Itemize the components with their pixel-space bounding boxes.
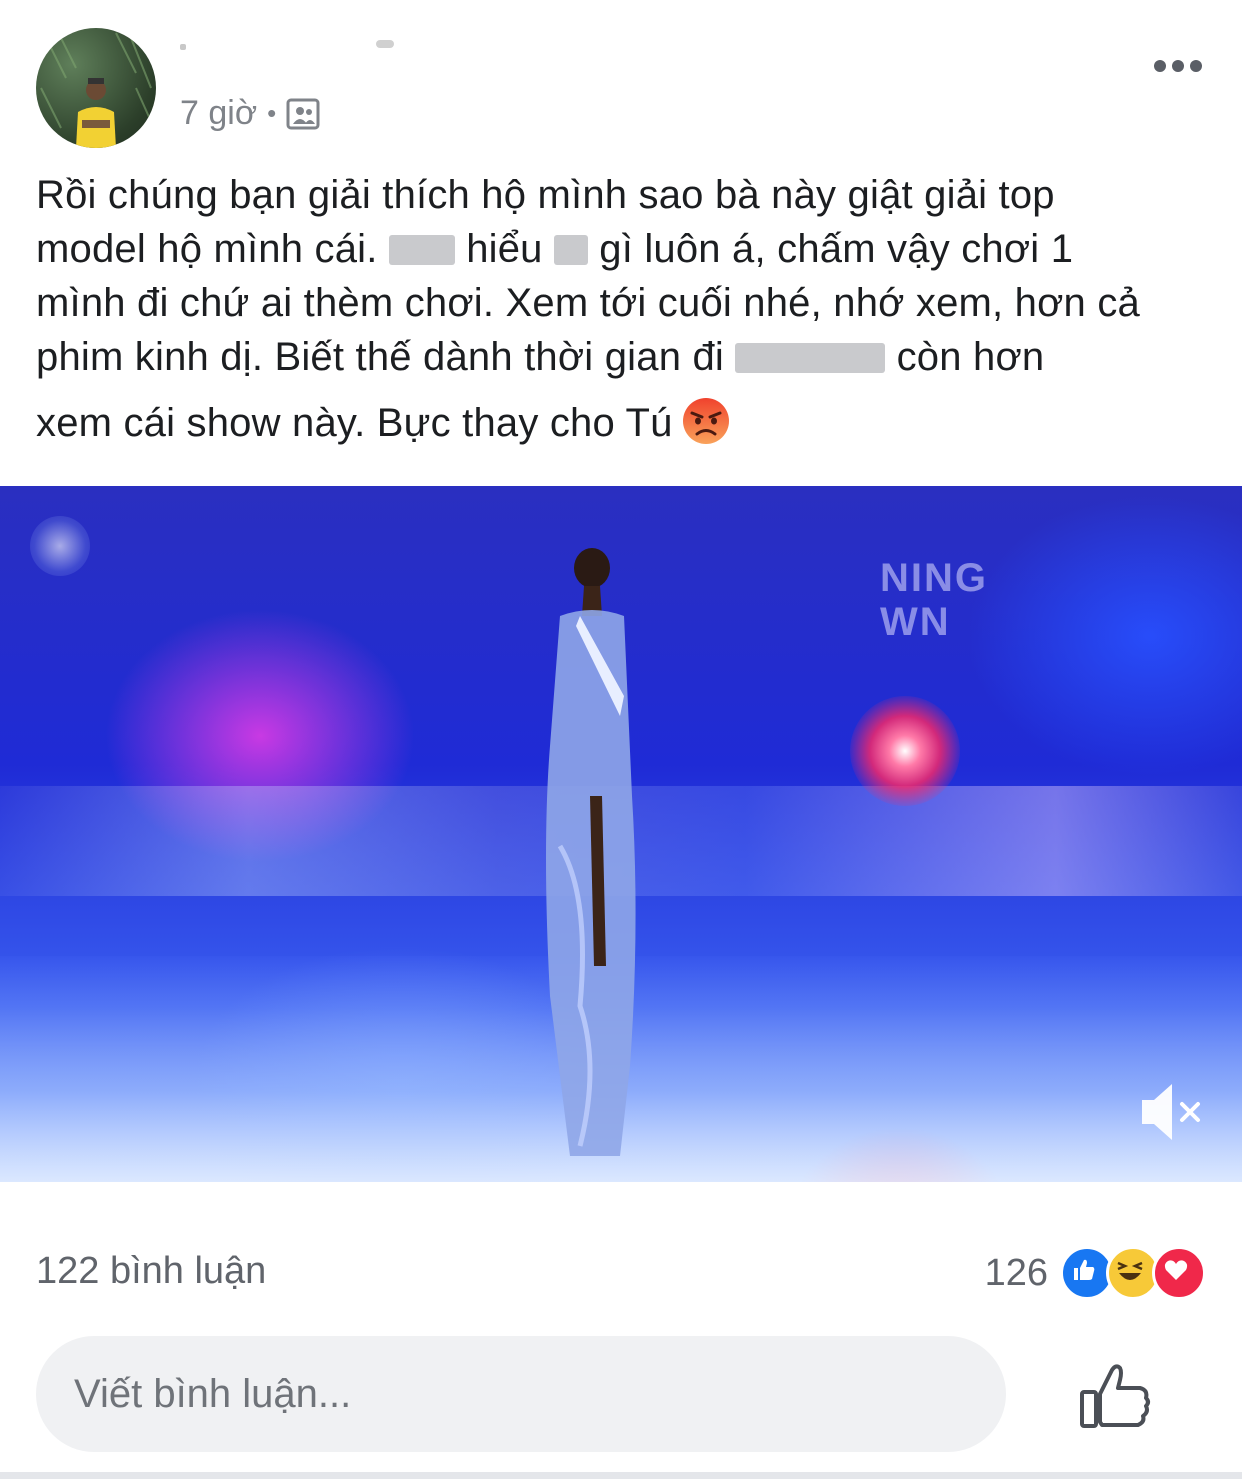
stage-backdrop-text: NING WN bbox=[880, 556, 988, 644]
comment-count[interactable]: 122 bình luận bbox=[36, 1250, 266, 1293]
thumbs-up-icon bbox=[1080, 1364, 1150, 1428]
more-dot-icon bbox=[1154, 60, 1166, 72]
reaction-count: 126 bbox=[984, 1251, 1048, 1294]
post-meta: 7 giờ • bbox=[180, 94, 320, 133]
post-text-line: model hộ mình cái. hiểu gì luôn á, chấm … bbox=[36, 227, 1074, 271]
angry-emoji bbox=[681, 396, 731, 446]
post-text: Rồi chúng bạn giải thích hộ mình sao bà … bbox=[36, 168, 1216, 450]
post-header: 7 giờ • bbox=[0, 0, 1242, 160]
avatar[interactable] bbox=[36, 28, 156, 148]
video-player[interactable]: NING WN bbox=[0, 486, 1242, 1182]
speaker-muted-icon bbox=[1142, 1084, 1200, 1140]
like-button[interactable] bbox=[1076, 1356, 1156, 1436]
more-dot-icon bbox=[1172, 60, 1184, 72]
spotlight bbox=[30, 516, 90, 576]
post-text-line: xem cái show này. Bực thay cho Tú bbox=[36, 396, 1216, 450]
author-name-redacted bbox=[180, 40, 430, 52]
runway-model bbox=[546, 548, 636, 1156]
friends-icon[interactable] bbox=[286, 97, 320, 131]
divider bbox=[0, 1472, 1242, 1479]
more-dot-icon bbox=[1190, 60, 1202, 72]
post-stats: 122 bình luận 126 bbox=[36, 1246, 1206, 1300]
meta-separator: • bbox=[267, 98, 277, 128]
censored-word bbox=[735, 343, 886, 373]
censored-word bbox=[388, 235, 455, 265]
post-text-line: phim kinh dị. Biết thế dành thời gian đi… bbox=[36, 335, 1045, 379]
post-text-line: Rồi chúng bạn giải thích hộ mình sao bà … bbox=[36, 173, 1055, 217]
post-timestamp[interactable]: 7 giờ bbox=[180, 94, 257, 133]
censored-word bbox=[553, 235, 588, 265]
post-text-line: mình đi chứ ai thèm chơi. Xem tới cuối n… bbox=[36, 281, 1140, 325]
reaction-summary[interactable]: 126 bbox=[985, 1246, 1206, 1300]
more-options-button[interactable] bbox=[1154, 56, 1206, 76]
comment-placeholder: Viết bình luận... bbox=[74, 1372, 352, 1416]
stage-light bbox=[850, 696, 960, 806]
comment-input[interactable]: Viết bình luận... bbox=[36, 1336, 1006, 1452]
love-reaction-icon bbox=[1152, 1246, 1206, 1300]
mute-toggle-button[interactable] bbox=[1132, 1072, 1212, 1152]
